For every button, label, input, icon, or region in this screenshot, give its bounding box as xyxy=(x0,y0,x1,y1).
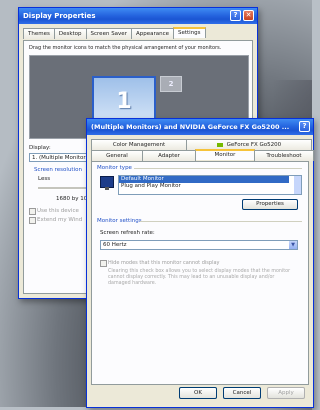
monitor-arrangement-instruction: Drag the monitor icons to match the phys… xyxy=(29,45,222,51)
tab-color-management-label: Color Management xyxy=(112,142,166,148)
tab-monitor[interactable]: Monitor xyxy=(195,149,255,160)
monitor-icon xyxy=(100,176,114,190)
hide-modes-description: Clearing this check box allows you to se… xyxy=(108,269,291,286)
adapter-properties-window: (Multiple Monitors) and NVIDIA GeForce F… xyxy=(86,118,314,408)
display-properties-title: Display Properties xyxy=(23,12,96,20)
hide-modes-checkbox[interactable] xyxy=(100,260,107,267)
monitor-settings-divider xyxy=(140,221,302,222)
help-icon[interactable]: ? xyxy=(230,10,241,21)
tab-geforce-label: GeForce FX Go5200 xyxy=(226,142,282,148)
close-icon[interactable]: ✕ xyxy=(243,10,254,21)
refresh-rate-select[interactable]: 60 Hertz ▼ xyxy=(100,240,298,250)
extend-desktop-label: Extend my Wind xyxy=(37,217,83,223)
properties-button[interactable]: Properties xyxy=(242,199,298,210)
monitor-list-item-pnp[interactable]: Plug and Play Monitor xyxy=(119,183,301,190)
tab-settings[interactable]: Settings xyxy=(172,27,206,38)
tab-color-management[interactable]: Color Management xyxy=(91,139,187,150)
tab-general[interactable]: General xyxy=(91,150,143,161)
display-label: Display: xyxy=(29,145,51,151)
adapter-tabs-row2: General Adapter Monitor Troubleshoot xyxy=(91,149,314,161)
nvidia-icon xyxy=(216,142,223,147)
refresh-rate-value: 60 Hertz xyxy=(103,242,127,248)
hide-modes-label: Hide modes that this monitor cannot disp… xyxy=(108,260,220,266)
adapter-properties-titlebar[interactable]: (Multiple Monitors) and NVIDIA GeForce F… xyxy=(87,119,313,135)
tab-appearance[interactable]: Appearance xyxy=(130,28,174,39)
monitor-2-number: 2 xyxy=(168,80,174,88)
monitor-settings-label: Monitor settings xyxy=(97,218,142,224)
tab-themes[interactable]: Themes xyxy=(23,28,55,39)
monitor-type-divider xyxy=(134,168,302,169)
monitor-type-label: Monitor type xyxy=(97,165,132,171)
display-select-value: 1. (Multiple Monitors xyxy=(32,155,89,161)
tab-screen-saver[interactable]: Screen Saver xyxy=(85,28,132,39)
monitor-list-item-default[interactable]: Default Monitor xyxy=(119,176,289,183)
display-properties-titlebar[interactable]: Display Properties ? ✕ xyxy=(19,8,257,24)
resolution-less-label: Less xyxy=(38,176,51,182)
monitor-2-icon[interactable]: 2 xyxy=(160,76,182,92)
tab-adapter[interactable]: Adapter xyxy=(142,150,196,161)
extend-desktop-checkbox[interactable] xyxy=(29,217,36,224)
primary-device-label: Use this device xyxy=(37,208,79,214)
cancel-button[interactable]: Cancel xyxy=(223,387,261,399)
tab-troubleshoot[interactable]: Troubleshoot xyxy=(254,150,314,161)
screen-resolution-label: Screen resolution xyxy=(34,167,82,173)
adapter-properties-title: (Multiple Monitors) and NVIDIA GeForce F… xyxy=(91,123,290,131)
adapter-help-icon[interactable]: ? xyxy=(299,121,310,132)
display-properties-tabs: Themes Desktop Screen Saver Appearance S… xyxy=(23,27,206,39)
primary-device-checkbox[interactable] xyxy=(29,208,36,215)
refresh-rate-label: Screen refresh rate: xyxy=(100,230,155,236)
chevron-down-icon[interactable]: ▼ xyxy=(289,241,297,249)
monitor-list-scrollbar[interactable] xyxy=(294,176,301,194)
monitor-list[interactable]: Default Monitor Plug and Play Monitor xyxy=(118,175,302,195)
monitor-panel: Monitor type Default Monitor Plug and Pl… xyxy=(91,161,309,385)
tab-desktop[interactable]: Desktop xyxy=(53,28,87,39)
ok-button[interactable]: OK xyxy=(179,387,217,399)
apply-button[interactable]: Apply xyxy=(267,387,305,399)
